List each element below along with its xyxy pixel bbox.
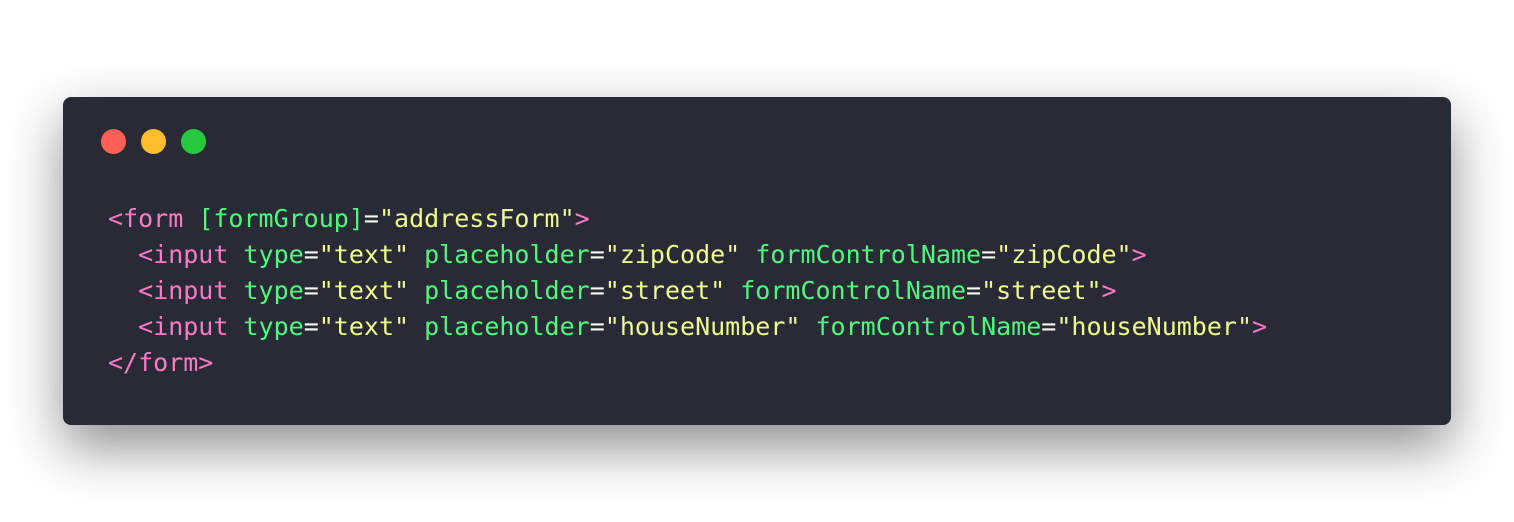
code-token-string: "zipCode" — [604, 240, 741, 269]
code-line: <input type="text" placeholder="zipCode"… — [108, 237, 1267, 273]
code-token-tag: > — [1252, 312, 1268, 341]
code-token-attr: type — [243, 240, 304, 269]
code-token-string: "text" — [318, 240, 410, 269]
code-token-string: "text" — [318, 312, 410, 341]
code-token-string: "street" — [604, 276, 726, 305]
code-token-tag: <form — [108, 204, 184, 233]
code-line: <form [formGroup]="addressForm"> — [108, 201, 1267, 237]
code-token-tag: <input — [138, 276, 229, 305]
code-token-string: "houseNumber" — [604, 312, 801, 341]
code-token-plain: = — [589, 276, 605, 305]
close-dot-icon[interactable] — [101, 129, 126, 154]
code-line: <input type="text" placeholder="houseNum… — [108, 309, 1267, 345]
code-token-attr: placeholder — [424, 276, 590, 305]
code-token-attr: [formGroup] — [198, 204, 364, 233]
code-token-attr: placeholder — [424, 312, 590, 341]
code-token-string: "addressForm" — [378, 204, 575, 233]
code-token-plain: = — [303, 276, 319, 305]
code-token-plain: = — [303, 240, 319, 269]
code-token-attr: formControlName — [815, 312, 1042, 341]
code-token-tag: </form> — [108, 348, 214, 377]
code-token-plain: = — [981, 240, 997, 269]
code-token-attr: type — [243, 312, 304, 341]
code-token-tag: <input — [138, 312, 229, 341]
code-window: <form [formGroup]="addressForm"> <input t… — [63, 97, 1451, 425]
code-token-string: "houseNumber" — [1056, 312, 1253, 341]
code-token-plain: = — [1041, 312, 1057, 341]
code-token-attr: placeholder — [424, 240, 590, 269]
code-token-tag: > — [1101, 276, 1117, 305]
window-controls — [101, 129, 206, 154]
code-line: </form> — [108, 345, 1267, 381]
code-token-string: "street" — [981, 276, 1102, 305]
minimize-dot-icon[interactable] — [141, 129, 166, 154]
code-token-plain: = — [589, 240, 605, 269]
code-token-attr: formControlName — [740, 276, 967, 305]
code-token-plain: = — [589, 312, 605, 341]
code-block: <form [formGroup]="addressForm"> <input t… — [108, 201, 1267, 381]
code-token-tag: > — [1131, 240, 1147, 269]
maximize-dot-icon[interactable] — [181, 129, 206, 154]
code-line: <input type="text" placeholder="street" … — [108, 273, 1267, 309]
code-token-plain: = — [303, 312, 319, 341]
code-token-string: "text" — [318, 276, 410, 305]
code-token-tag: > — [574, 204, 590, 233]
code-token-plain: = — [363, 204, 379, 233]
code-token-tag: <input — [138, 240, 229, 269]
code-token-string: "zipCode" — [996, 240, 1132, 269]
code-token-attr: formControlName — [755, 240, 982, 269]
code-token-attr: type — [243, 276, 304, 305]
code-token-plain: = — [966, 276, 982, 305]
